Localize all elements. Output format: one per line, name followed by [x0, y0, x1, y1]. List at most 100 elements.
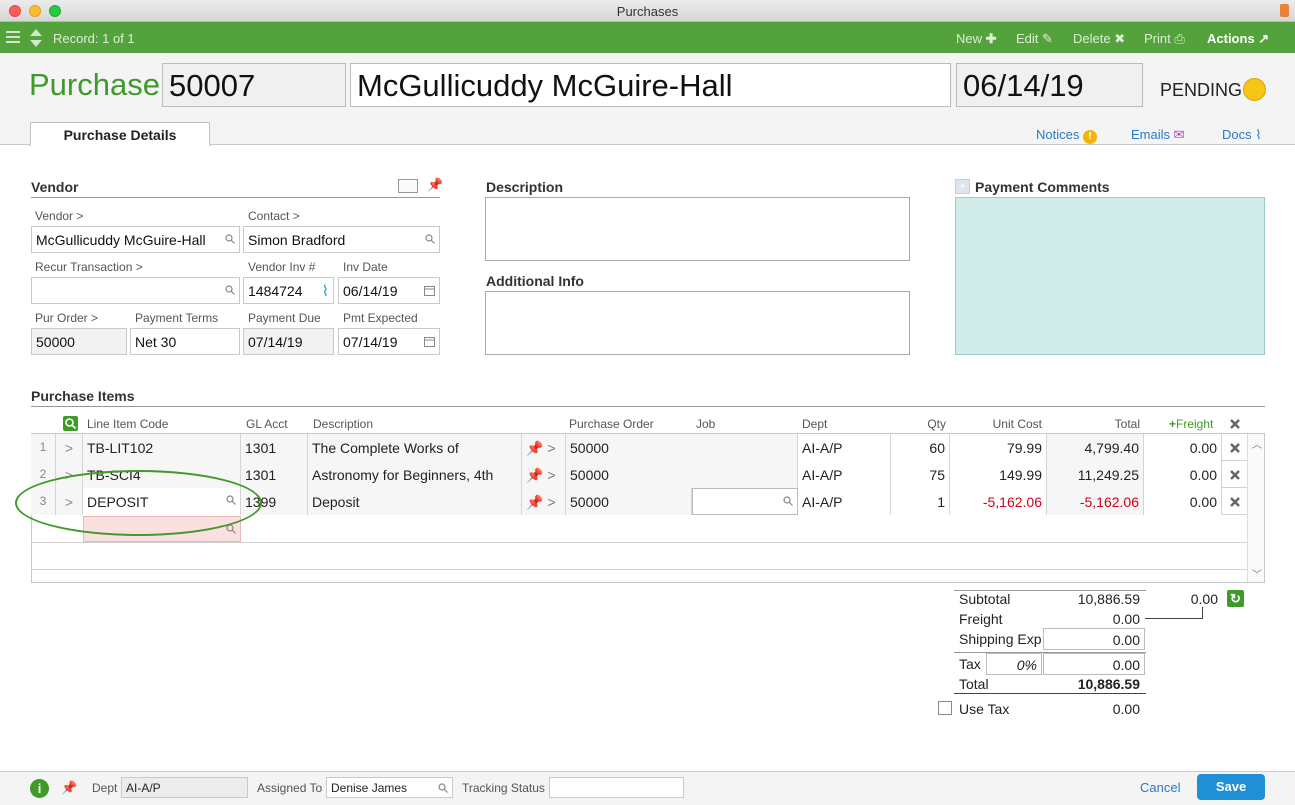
assigned-value: Denise James: [331, 781, 408, 795]
card-icon[interactable]: [398, 179, 418, 193]
vendor-field[interactable]: McGullicuddy McGuire-Hall: [31, 226, 240, 253]
pin-icon[interactable]: 📌: [427, 177, 443, 193]
recur-label[interactable]: Recur Transaction >: [35, 260, 143, 274]
col-dept: Dept: [802, 417, 828, 431]
item-job[interactable]: [692, 488, 798, 515]
search-icon[interactable]: [783, 496, 793, 506]
tab-purchase-details[interactable]: Purchase Details: [30, 122, 210, 146]
item-desc[interactable]: The Complete Works of: [308, 434, 522, 461]
payment-comments-textarea[interactable]: [955, 197, 1265, 355]
item-freight[interactable]: 0.00: [1144, 461, 1222, 488]
menu-icon[interactable]: [6, 30, 20, 44]
item-code[interactable]: TB-LIT102: [83, 434, 241, 461]
pin-icon[interactable]: 📌: [526, 467, 543, 483]
search-icon[interactable]: [438, 783, 448, 793]
add-comment-icon[interactable]: +: [955, 179, 970, 194]
record-header: Purchase: 50007 McGullicuddy McGuire-Hal…: [0, 53, 1295, 146]
items-scrollbar[interactable]: ︿ ﹀: [1247, 434, 1264, 582]
expand-po-icon[interactable]: >: [547, 467, 555, 483]
add-freight-button[interactable]: +Freight: [1169, 417, 1213, 431]
item-unit[interactable]: -5,162.06: [950, 488, 1047, 515]
save-button[interactable]: Save: [1197, 774, 1265, 800]
expand-po-icon[interactable]: >: [547, 494, 555, 510]
additional-info-textarea[interactable]: [485, 291, 910, 355]
shipping-input[interactable]: 0.00: [1043, 628, 1145, 650]
info-icon[interactable]: i: [30, 779, 49, 798]
expand-row-icon[interactable]: >: [56, 434, 83, 461]
item-qty[interactable]: 1: [891, 488, 950, 515]
print-button[interactable]: Print ⎙: [1144, 31, 1185, 47]
freight-value: 0.00: [1112, 611, 1140, 627]
due-field: 07/14/19: [243, 328, 334, 355]
delete-button[interactable]: Delete ✖: [1073, 31, 1125, 47]
items-section-title: Purchase Items: [31, 388, 135, 404]
scroll-down-icon[interactable]: ﹀: [1252, 566, 1262, 581]
description-textarea[interactable]: [485, 197, 910, 261]
item-unit[interactable]: 149.99: [950, 461, 1047, 488]
search-icon[interactable]: [425, 234, 435, 244]
search-icon[interactable]: [225, 285, 235, 295]
delete-row-icon[interactable]: [1229, 469, 1241, 481]
use-tax-checkbox[interactable]: [938, 701, 952, 715]
new-button[interactable]: New ✚: [956, 31, 997, 47]
row-pin-and-expand[interactable]: 📌 >: [522, 488, 566, 515]
item-freight[interactable]: 0.00: [1144, 488, 1222, 515]
item-gl[interactable]: 1301: [241, 434, 308, 461]
docs-link[interactable]: Docs ⌇: [1222, 127, 1262, 143]
notices-link[interactable]: Notices !: [1036, 127, 1097, 144]
pin-icon[interactable]: 📌: [526, 440, 543, 456]
tax-rate-input[interactable]: 0%: [986, 653, 1042, 675]
item-dept[interactable]: AI-A/P: [798, 434, 891, 461]
item-desc[interactable]: Deposit: [308, 488, 522, 515]
item-freight[interactable]: 0.00: [1144, 434, 1222, 461]
cancel-button[interactable]: Cancel: [1140, 780, 1180, 795]
delete-row-icon[interactable]: [1229, 496, 1241, 508]
expand-po-icon[interactable]: >: [547, 440, 555, 456]
emails-link[interactable]: Emails ✉: [1131, 127, 1185, 143]
actions-button[interactable]: Actions ↗: [1207, 31, 1269, 47]
vendor-inv-field[interactable]: 1484724 ⌇: [243, 277, 334, 304]
refresh-freight-icon[interactable]: ↻: [1227, 590, 1244, 607]
item-po[interactable]: 50000: [566, 434, 798, 461]
item-search-button[interactable]: [63, 416, 78, 431]
vendor-divider: [31, 197, 440, 198]
expected-field[interactable]: 07/14/19: [338, 328, 440, 355]
row-pin-and-expand[interactable]: 📌 >: [522, 434, 566, 461]
delete-row-icon[interactable]: [1229, 442, 1241, 454]
contact-field[interactable]: Simon Bradford: [243, 226, 440, 253]
assigned-field[interactable]: Denise James: [326, 777, 453, 798]
record-up-down-icon[interactable]: [29, 28, 43, 48]
table-row[interactable]: 1 > TB-LIT102 1301 The Complete Works of…: [31, 434, 1264, 461]
tracking-field[interactable]: [549, 777, 684, 798]
recur-field[interactable]: [31, 277, 240, 304]
pur-order-label[interactable]: Pur Order >: [35, 311, 98, 325]
edit-button[interactable]: Edit ✎: [1016, 31, 1053, 47]
emails-label: Emails: [1131, 127, 1171, 142]
row-pin-and-expand[interactable]: 📌 >: [522, 461, 566, 488]
terms-field[interactable]: Net 30: [130, 328, 240, 355]
contact-label[interactable]: Contact >: [248, 209, 300, 223]
pin-icon[interactable]: 📌: [526, 494, 543, 510]
scroll-up-icon[interactable]: ︿: [1252, 436, 1262, 451]
vendor-label[interactable]: Vendor >: [35, 209, 83, 223]
item-dept[interactable]: AI-A/P: [798, 461, 891, 488]
item-qty[interactable]: 75: [891, 461, 950, 488]
item-dept[interactable]: AI-A/P: [798, 488, 891, 515]
tax-input[interactable]: 0.00: [1043, 653, 1145, 675]
item-unit[interactable]: 79.99: [950, 434, 1047, 461]
footer-dept-label: Dept: [92, 781, 118, 795]
item-qty[interactable]: 60: [891, 434, 950, 461]
search-icon[interactable]: [225, 234, 235, 244]
calendar-icon[interactable]: [424, 336, 435, 347]
calendar-icon[interactable]: [424, 285, 435, 296]
inv-date-field[interactable]: 06/14/19: [338, 277, 440, 304]
item-desc[interactable]: Astronomy for Beginners, 4th: [308, 461, 522, 488]
paperclip-icon[interactable]: ⌇: [322, 282, 329, 300]
use-tax-value: 0.00: [1112, 701, 1140, 717]
item-po[interactable]: 50000: [566, 461, 798, 488]
item-po[interactable]: 50000: [566, 488, 692, 515]
delete-all-icon[interactable]: [1229, 418, 1241, 430]
print-label: Print: [1144, 31, 1171, 46]
pin-icon[interactable]: 📌: [61, 780, 77, 796]
item-gl[interactable]: 1301: [241, 461, 308, 488]
